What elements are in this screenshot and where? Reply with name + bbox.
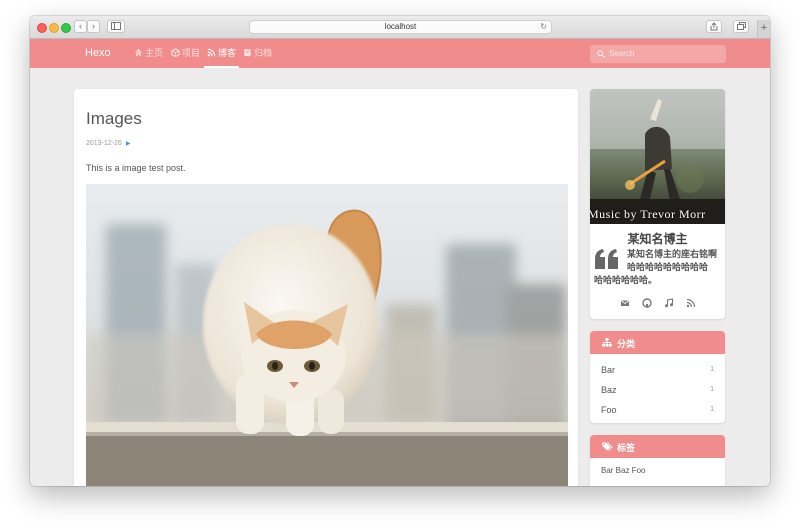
category-name: Baz [601, 385, 617, 395]
sidebar-icon [111, 22, 121, 30]
profile-bio: 某知名博主的座右铭啊哈哈哈哈哈哈哈哈哈 [627, 249, 718, 272]
nav-item-projects[interactable]: 项目 [171, 47, 200, 59]
play-icon: ▶ [125, 141, 131, 147]
nav-item-blog[interactable]: 博客 [207, 47, 236, 59]
post-title[interactable]: Images [86, 109, 142, 129]
site-navbar: Hexo 主页 项目 博客 归档 Search [30, 39, 770, 68]
post-date-text: 2013-12-26 [86, 140, 122, 147]
tabs-overview-button[interactable] [733, 20, 749, 33]
zoom-window-button[interactable] [61, 23, 71, 33]
browser-window: ‹ › localhost ↻ + Hexo 主页 项目 博客 归档 Searc… [30, 16, 770, 486]
share-icon [710, 22, 718, 31]
search-placeholder: Search [609, 49, 635, 58]
nav-item-label: 归档 [254, 48, 273, 58]
category-count: 1 [710, 386, 714, 393]
chevron-left-icon: ‹ [79, 21, 82, 31]
url-text: localhost [384, 22, 417, 31]
cover-caption: Music by Trevor Morr [590, 207, 706, 221]
cat-photo-illustration [86, 209, 568, 486]
share-button[interactable] [706, 20, 722, 33]
reload-icon[interactable]: ↻ [540, 21, 547, 33]
tag-list[interactable]: Bar Baz Foo [601, 466, 645, 475]
categories-widget: 分类 Bar 1 Baz 1 Foo 1 [590, 331, 725, 423]
back-button[interactable]: ‹ [74, 20, 87, 33]
cat-photo [86, 184, 568, 486]
address-bar[interactable]: localhost ↻ [249, 20, 552, 34]
tabs-icon [736, 22, 746, 30]
nav-item-archive[interactable]: 归档 [243, 47, 272, 59]
quote-icon [595, 249, 618, 269]
nav-item-label: 主页 [145, 48, 164, 58]
categories-title: 分类 [617, 339, 636, 349]
category-item-bar[interactable]: Bar 1 [590, 360, 725, 380]
new-tab-button[interactable]: + [757, 20, 770, 38]
search-input[interactable]: Search [590, 45, 726, 63]
tags-widget: 标签 Bar Baz Foo [590, 435, 725, 486]
profile-cover-image: Music by Trevor Morr [590, 89, 725, 224]
post-body-text: This is a image test post. [86, 163, 186, 173]
categories-widget-header: 分类 [590, 331, 725, 354]
rss-icon[interactable] [686, 298, 696, 308]
close-window-button[interactable] [37, 23, 47, 33]
home-icon [134, 48, 143, 57]
category-name: Bar [601, 365, 616, 375]
envelope-icon[interactable] [620, 298, 630, 308]
site-brand[interactable]: Hexo [85, 47, 111, 59]
rss-icon [207, 48, 216, 57]
post-date: 2013-12-26 ▶ [86, 140, 130, 147]
sitemap-icon [602, 338, 612, 347]
category-count: 1 [710, 406, 714, 413]
profile-name: 某知名博主 [627, 232, 688, 246]
chevron-right-icon: › [92, 21, 95, 31]
category-item-baz[interactable]: Baz 1 [590, 380, 725, 400]
profile-bio-continued: 哈哈哈哈哈哈。 [594, 275, 658, 285]
nav-item-label: 项目 [182, 48, 201, 58]
tags-title: 标签 [617, 443, 636, 453]
archive-icon [243, 49, 252, 57]
search-icon [597, 50, 605, 58]
cube-icon [171, 48, 180, 57]
forward-button[interactable]: › [87, 20, 100, 33]
sidebar-toggle-button[interactable] [107, 20, 125, 33]
category-name: Foo [601, 405, 617, 415]
tags-icon [602, 442, 613, 451]
browser-toolbar: ‹ › localhost ↻ + [30, 16, 770, 39]
nav-item-home[interactable]: 主页 [134, 47, 163, 59]
profile-card: Music by Trevor Morr 某知名博主 某知名博主的座右铭啊哈哈哈… [590, 89, 725, 319]
category-count: 1 [710, 366, 714, 373]
game-art-illustration [590, 89, 725, 224]
nav-item-label: 博客 [218, 48, 237, 58]
post-card: Images 2013-12-26 ▶ This is a image test … [74, 89, 578, 486]
music-icon[interactable] [664, 298, 674, 308]
minimize-window-button[interactable] [49, 23, 59, 33]
category-item-foo[interactable]: Foo 1 [590, 400, 725, 420]
github-icon[interactable] [642, 298, 652, 308]
tags-widget-header: 标签 [590, 435, 725, 458]
page-content: Images 2013-12-26 ▶ This is a image test … [30, 68, 770, 486]
